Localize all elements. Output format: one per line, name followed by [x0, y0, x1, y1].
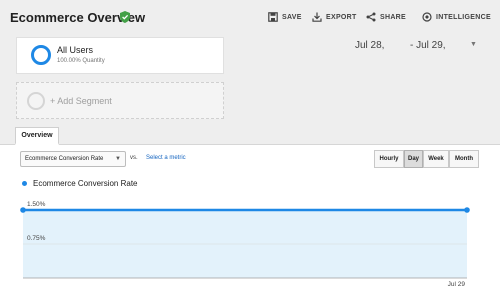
metric-dropdown[interactable]: Ecommerce Conversion Rate ▼	[20, 151, 126, 167]
empty-segment-ring-icon	[27, 92, 45, 110]
date-range-end[interactable]: - Jul 29,	[410, 40, 446, 51]
x-tick-label: Jul 29	[448, 281, 466, 288]
share-button[interactable]: SHARE	[366, 12, 406, 22]
data-point	[464, 207, 470, 213]
y-tick-label: 0.75%	[27, 235, 46, 242]
chevron-down-icon: ▼	[115, 156, 121, 162]
export-icon	[312, 12, 322, 22]
metric-dropdown-value: Ecommerce Conversion Rate	[25, 156, 104, 162]
select-metric-link[interactable]: Select a metric	[146, 155, 186, 161]
add-segment-button[interactable]: + Add Segment	[16, 82, 224, 119]
legend-label: Ecommerce Conversion Rate	[33, 179, 138, 188]
save-label: SAVE	[282, 13, 302, 21]
intelligence-label: INTELLIGENCE	[436, 13, 491, 21]
y-tick-label: 1.50%	[27, 201, 46, 208]
add-segment-label: + Add Segment	[50, 96, 112, 106]
save-icon	[268, 12, 278, 22]
verified-shield-icon	[120, 11, 130, 23]
share-label: SHARE	[380, 13, 407, 21]
date-range-start[interactable]: Jul 28,	[355, 40, 384, 51]
week-button[interactable]: Week	[423, 150, 449, 168]
tab-overview[interactable]: Overview	[15, 127, 59, 145]
day-button[interactable]: Day	[404, 150, 423, 168]
share-icon	[366, 12, 376, 22]
intelligence-icon	[422, 12, 432, 22]
intelligence-button[interactable]: INTELLIGENCE	[422, 12, 491, 22]
data-point	[20, 207, 26, 213]
segment-all-users[interactable]: All Users 100.00% Quantity	[16, 37, 224, 74]
vs-label: vs.	[130, 155, 138, 161]
conversion-rate-chart: 1.50% 0.75% Jul 29	[20, 201, 470, 288]
segment-name: All Users	[57, 45, 94, 55]
save-button[interactable]: SAVE	[268, 12, 302, 22]
export-button[interactable]: EXPORT	[312, 12, 357, 22]
date-range-chevron-down-icon[interactable]: ▼	[470, 41, 477, 48]
ecommerce-overview-page: Ecommerce Overview SAVE EXPORT SHARE INT…	[0, 0, 500, 300]
legend-marker	[22, 181, 27, 186]
segment-color-ring-icon	[31, 45, 51, 65]
report-header: Ecommerce Overview SAVE EXPORT SHARE INT…	[0, 0, 500, 36]
segment-detail: 100.00% Quantity	[57, 58, 105, 64]
month-button[interactable]: Month	[449, 150, 479, 168]
hourly-button[interactable]: Hourly	[374, 150, 404, 168]
export-label: EXPORT	[326, 13, 357, 21]
